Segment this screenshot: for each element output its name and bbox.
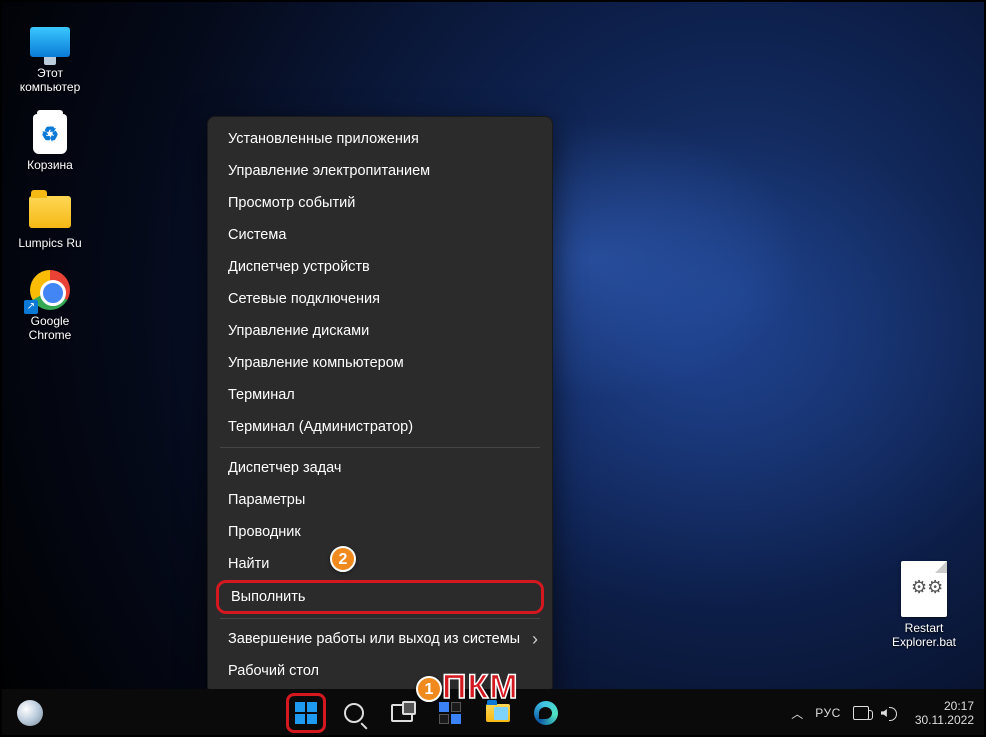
start-context-menu: Установленные приложенияУправление элект… (207, 116, 553, 694)
tray-overflow-button[interactable]: ︿ (791, 705, 803, 722)
desktop-icon-label: GoogleChrome (12, 314, 88, 342)
folder-icon (29, 196, 71, 228)
volume-button[interactable] (881, 706, 897, 720)
desktop-icon-label: Этоткомпьютер (12, 66, 88, 94)
context-menu-item[interactable]: Параметры (208, 484, 552, 516)
desktop-icon-label: RestartExplorer.bat (886, 621, 962, 649)
annotation-badge-1: 1 (416, 676, 442, 702)
weather-icon (17, 700, 43, 726)
context-menu-item[interactable]: Система (208, 219, 552, 251)
desktop[interactable]: { "desktop_icons": [ { "id": "this-pc", … (0, 0, 986, 737)
volume-icon (881, 706, 897, 720)
shortcut-arrow-icon: ↗ (24, 300, 38, 314)
windows-logo-icon (295, 702, 317, 724)
taskbar-weather-widget[interactable] (17, 700, 43, 726)
desktop-icon-chrome[interactable]: ↗ GoogleChrome (12, 268, 88, 342)
network-button[interactable] (853, 706, 869, 720)
desktop-icons-column: Этоткомпьютер ♻ Корзина Lumpics Ru ↗ Goo… (12, 20, 88, 360)
edge-icon (534, 701, 558, 725)
context-menu-item[interactable]: Диспетчер задач (208, 452, 552, 484)
clock-time: 20:17 (915, 699, 974, 713)
start-button[interactable] (286, 693, 326, 733)
network-icon (853, 706, 869, 720)
context-menu-item[interactable]: Терминал (208, 379, 552, 411)
context-menu-item[interactable]: Управление компьютером (208, 347, 552, 379)
desktop-icon-folder[interactable]: Lumpics Ru (12, 190, 88, 250)
clock-button[interactable]: 20:17 30.11.2022 (909, 699, 980, 727)
context-menu-item[interactable]: Диспетчер устройств (208, 251, 552, 283)
desktop-icon-label: Lumpics Ru (12, 236, 88, 250)
context-menu-item[interactable]: Завершение работы или выход из системы (208, 623, 552, 655)
task-view-icon (391, 704, 413, 722)
desktop-icon-bat-file[interactable]: ⚙⚙ RestartExplorer.bat (886, 561, 962, 649)
annotation-text-rmb: ПКМ (442, 668, 519, 707)
language-indicator[interactable]: РУС (815, 706, 841, 720)
annotation-badge-2: 2 (330, 546, 356, 572)
system-tray: ︿ РУС 20:17 30.11.2022 (791, 699, 986, 727)
search-icon (344, 703, 364, 723)
context-menu-item[interactable]: Управление электропитанием (208, 155, 552, 187)
task-view-button[interactable] (382, 693, 422, 733)
context-menu-item[interactable]: Управление дисками (208, 315, 552, 347)
batch-file-icon: ⚙⚙ (901, 561, 947, 617)
context-menu-item[interactable]: Просмотр событий (208, 187, 552, 219)
desktop-icon-this-pc[interactable]: Этоткомпьютер (12, 20, 88, 94)
context-menu-item[interactable]: Проводник (208, 516, 552, 548)
recycle-bin-icon: ♻ (33, 114, 67, 154)
context-menu-item[interactable]: Сетевые подключения (208, 283, 552, 315)
search-button[interactable] (334, 693, 374, 733)
context-menu-separator (220, 618, 540, 619)
desktop-icon-label: Корзина (12, 158, 88, 172)
edge-button[interactable] (526, 693, 566, 733)
context-menu-item[interactable]: Найти (208, 548, 552, 580)
context-menu-item[interactable]: Терминал (Администратор) (208, 411, 552, 443)
desktop-icon-recycle-bin[interactable]: ♻ Корзина (12, 112, 88, 172)
context-menu-item[interactable]: Выполнить (216, 580, 544, 614)
monitor-icon (30, 27, 70, 57)
clock-date: 30.11.2022 (915, 713, 974, 727)
context-menu-item[interactable]: Установленные приложения (208, 123, 552, 155)
context-menu-separator (220, 447, 540, 448)
